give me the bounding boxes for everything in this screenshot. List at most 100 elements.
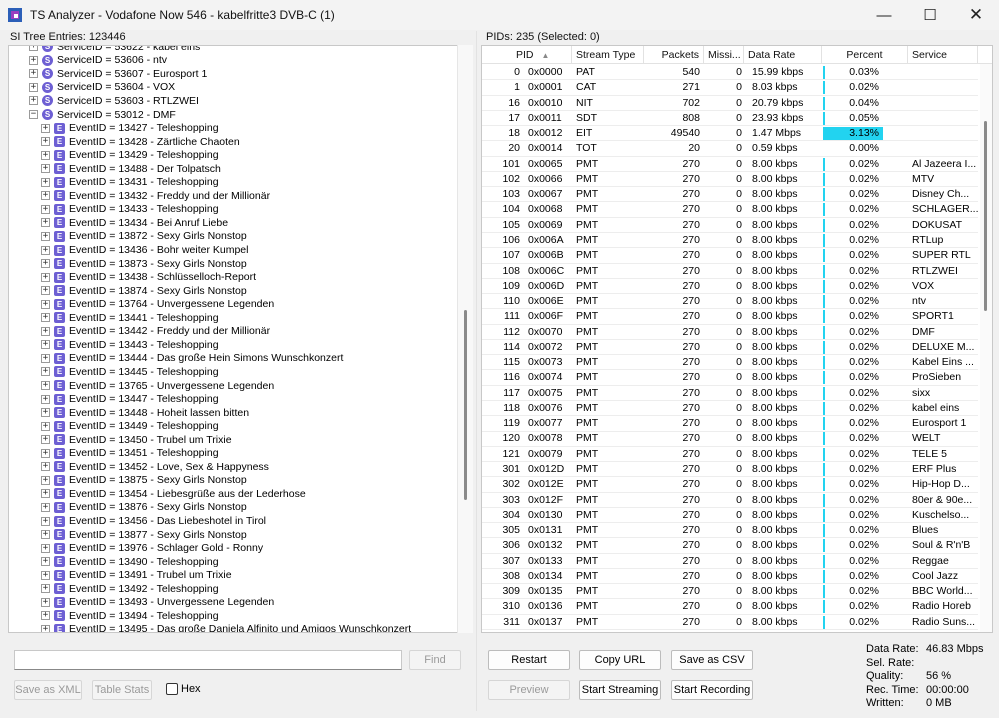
tree-node[interactable]: + E EventID = 13447 - Teleshopping <box>41 392 219 406</box>
table-row[interactable]: 0 0x0000 PAT 540 0 15.99 kbps 0.03% <box>482 65 978 81</box>
find-button[interactable]: Find <box>409 650 461 670</box>
start-recording-button[interactable]: Start Recording <box>671 680 753 700</box>
expand-toggle-icon[interactable]: + <box>41 381 50 390</box>
si-tree[interactable]: + S ServiceID = 53622 - kabel eins + S Servic… <box>8 45 473 633</box>
expand-toggle-icon[interactable]: + <box>41 286 50 296</box>
tree-node[interactable]: + E EventID = 13434 - Bei Anruf Liebe <box>41 216 228 230</box>
expand-toggle-icon[interactable]: + <box>41 218 50 228</box>
hex-checkbox-wrap[interactable]: Hex <box>166 683 201 695</box>
tree-node[interactable]: + E EventID = 13764 - Unvergessene Legende… <box>41 297 274 311</box>
expand-toggle-icon[interactable]: + <box>41 123 50 133</box>
column-header-packets[interactable]: Packets <box>644 46 704 64</box>
expand-toggle-icon[interactable]: + <box>41 150 50 160</box>
table-row[interactable]: 105 0x0069 PMT 270 0 8.00 kbps 0.02% DOKUSAT <box>482 218 978 233</box>
tree-node[interactable]: + E EventID = 13874 - Sexy Girls Nonstop <box>41 284 247 298</box>
tree-node[interactable]: + E EventID = 13877 - Sexy Girls Nonstop <box>41 528 247 542</box>
tree-node[interactable]: + E EventID = 13429 - Teleshopping <box>41 148 219 162</box>
expand-toggle-icon[interactable]: + <box>41 204 50 214</box>
table-row[interactable]: 310 0x0136 PMT 270 0 8.00 kbps 0.02% Radio Hore… <box>482 599 978 615</box>
tree-node[interactable]: + E EventID = 13976 - Schlager Gold - Ronn… <box>41 541 263 555</box>
table-row[interactable]: 116 0x0074 PMT 270 0 8.00 kbps 0.02% ProSieben <box>482 370 978 386</box>
expand-toggle-icon[interactable]: + <box>41 543 50 553</box>
expand-toggle-icon[interactable]: + <box>29 69 38 79</box>
expand-toggle-icon[interactable]: + <box>29 96 38 106</box>
expand-toggle-icon[interactable]: + <box>41 462 50 472</box>
expand-toggle-icon[interactable]: + <box>41 624 50 632</box>
close-button[interactable]: ✕ <box>953 0 999 30</box>
tree-node[interactable]: + E EventID = 13873 - Sexy Girls Nonstop <box>41 257 247 271</box>
tree-node[interactable]: + S ServiceID = 53606 - ntv <box>29 54 167 68</box>
table-scrollbar-thumb[interactable] <box>984 121 987 311</box>
expand-toggle-icon[interactable]: + <box>41 435 50 445</box>
tree-node[interactable]: + E EventID = 13494 - Teleshopping <box>41 609 219 623</box>
table-row[interactable]: 111 0x006F PMT 270 0 8.00 kbps 0.02% SPORT1 <box>482 309 978 325</box>
minimize-button[interactable]: — <box>861 0 907 30</box>
tree-node[interactable]: + E EventID = 13451 - Teleshopping <box>41 447 219 461</box>
tree-node[interactable]: + E EventID = 13438 - Schlüsselloch-Report <box>41 270 256 284</box>
table-row[interactable]: 16 0x0010 NIT 702 0 20.79 kbps 0.04% <box>482 96 978 111</box>
tree-node[interactable]: + E EventID = 13445 - Teleshopping <box>41 365 219 379</box>
expand-toggle-icon[interactable]: + <box>41 611 50 621</box>
expand-toggle-icon[interactable]: + <box>41 394 50 404</box>
tree-node[interactable]: + E EventID = 13765 - Unvergessene Legende… <box>41 379 274 393</box>
table-row[interactable]: 20 0x0014 TOT 20 0 0.59 kbps 0.00% <box>482 141 978 157</box>
table-row[interactable]: 306 0x0132 PMT 270 0 8.00 kbps 0.02% Soul & R'n… <box>482 538 978 554</box>
tree-node[interactable]: + E EventID = 13872 - Sexy Girls Nonstop <box>41 230 247 244</box>
expand-toggle-icon[interactable]: + <box>41 272 50 282</box>
tree-node[interactable]: + E EventID = 13431 - Teleshopping <box>41 176 219 190</box>
table-row[interactable]: 101 0x0065 PMT 270 0 8.00 kbps 0.02% Al Jazeera… <box>482 157 978 172</box>
tree-node[interactable]: + E EventID = 13876 - Sexy Girls Nonstop <box>41 501 247 515</box>
expand-toggle-icon[interactable]: + <box>41 326 50 336</box>
table-row[interactable]: 120 0x0078 PMT 270 0 8.00 kbps 0.02% WELT <box>482 431 978 447</box>
expand-toggle-icon[interactable]: + <box>41 584 50 594</box>
tree-node[interactable]: + S ServiceID = 53604 - VOX <box>29 81 175 95</box>
table-row[interactable]: 309 0x0135 PMT 270 0 8.00 kbps 0.02% BBC World.… <box>482 584 978 600</box>
expand-toggle-icon[interactable]: + <box>41 557 50 567</box>
tree-node[interactable]: + E EventID = 13456 - Das Liebeshotel in T… <box>41 514 266 528</box>
save-as-xml-button[interactable]: Save as XML <box>14 680 82 700</box>
expand-toggle-icon[interactable]: + <box>41 516 50 526</box>
table-row[interactable]: 104 0x0068 PMT 270 0 8.00 kbps 0.02% SCHLAGER..… <box>482 202 978 218</box>
tree-node[interactable]: + E EventID = 13454 - Liebesgrüße aus der … <box>41 487 306 501</box>
tree-node[interactable]: + E EventID = 13428 - Zärtliche Chaoten <box>41 135 240 149</box>
panel-divider[interactable] <box>476 31 477 711</box>
table-row[interactable]: 304 0x0130 PMT 270 0 8.00 kbps 0.02% Kuschelso.… <box>482 508 978 524</box>
expand-toggle-icon[interactable]: + <box>29 46 38 52</box>
tree-node[interactable]: − S ServiceID = 53012 - DMF <box>29 108 176 122</box>
table-row[interactable]: 305 0x0131 PMT 270 0 8.00 kbps 0.02% Blues <box>482 523 978 539</box>
expand-toggle-icon[interactable]: + <box>29 55 38 65</box>
expand-toggle-icon[interactable]: + <box>41 259 50 269</box>
table-row[interactable]: 308 0x0134 PMT 270 0 8.00 kbps 0.02% Cool Jazz <box>482 569 978 585</box>
table-row[interactable]: 301 0x012D PMT 270 0 8.00 kbps 0.02% ERF Plus <box>482 462 978 478</box>
copy-url-button[interactable]: Copy URL <box>579 650 661 670</box>
table-row[interactable]: 107 0x006B PMT 270 0 8.00 kbps 0.02% SUPER RTL <box>482 248 978 264</box>
expand-toggle-icon[interactable]: + <box>41 313 50 323</box>
expand-toggle-icon[interactable]: + <box>41 231 50 241</box>
expand-toggle-icon[interactable]: + <box>41 299 50 309</box>
expand-toggle-icon[interactable]: + <box>41 448 50 458</box>
maximize-button[interactable]: ☐ <box>907 0 953 30</box>
tree-node[interactable]: + E EventID = 13493 - Unvergessene Legende… <box>41 596 274 610</box>
table-row[interactable]: 119 0x0077 PMT 270 0 8.00 kbps 0.02% Eurosport … <box>482 416 978 432</box>
expand-toggle-icon[interactable]: + <box>41 164 50 174</box>
tree-node[interactable]: + E EventID = 13443 - Teleshopping <box>41 338 219 352</box>
expand-toggle-icon[interactable]: + <box>41 502 50 512</box>
tree-node[interactable]: + S ServiceID = 53622 - kabel eins <box>29 46 200 54</box>
tree-node[interactable]: + E EventID = 13448 - Hoheit lassen bitten <box>41 406 249 420</box>
column-header-percent[interactable]: Percent <box>822 46 908 64</box>
expand-toggle-icon[interactable]: + <box>41 530 50 540</box>
table-row[interactable]: 1 0x0001 CAT 271 0 8.03 kbps 0.02% <box>482 80 978 96</box>
column-header-service[interactable]: Service <box>908 46 978 64</box>
collapse-toggle-icon[interactable]: − <box>29 110 38 119</box>
restart-button[interactable]: Restart <box>488 650 570 670</box>
tree-node[interactable]: + E EventID = 13495 - Das große Daniela Al… <box>41 623 411 632</box>
tree-node[interactable]: + E EventID = 13432 - Freddy und der Milli… <box>41 189 270 203</box>
table-row[interactable]: 109 0x006D PMT 270 0 8.00 kbps 0.02% VOX <box>482 279 978 295</box>
column-header-pid[interactable]: PID ▲ <box>482 46 572 64</box>
table-row[interactable]: 118 0x0076 PMT 270 0 8.00 kbps 0.02% kabel eins <box>482 401 978 417</box>
tree-node[interactable]: + E EventID = 13427 - Teleshopping <box>41 121 219 135</box>
expand-toggle-icon[interactable]: + <box>29 82 38 92</box>
tree-scrollbar-thumb[interactable] <box>464 310 467 500</box>
preview-button[interactable]: Preview <box>488 680 570 700</box>
column-header-stream-type[interactable]: Stream Type <box>572 46 644 64</box>
